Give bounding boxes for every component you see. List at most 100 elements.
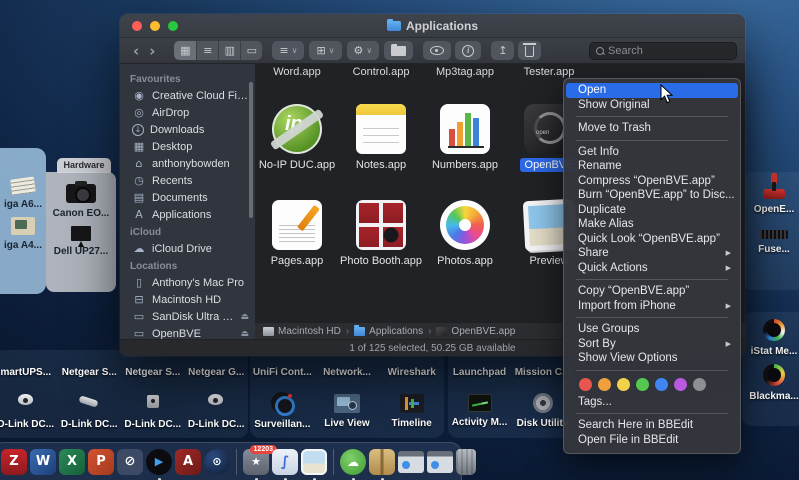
dock-item-microsoft-word[interactable]: W <box>30 448 56 475</box>
desktop-icon-netgear-g[interactable]: Netgear G... <box>185 362 247 378</box>
desktop-icon-d-link-dc[interactable]: D-Link DC... <box>185 392 247 430</box>
close-button[interactable] <box>132 21 142 31</box>
desktop-icon-netgear-s[interactable]: Netgear S... <box>122 362 184 378</box>
tag-color-dot[interactable] <box>617 378 630 391</box>
sidebar-item-sandisk-ultra-ii-48[interactable]: ▭ SanDisk Ultra II 48... ⏏ <box>120 308 255 325</box>
path-item-macintosh-hd[interactable]: Macintosh HD <box>263 326 341 337</box>
desktop-icon-iga-a6[interactable]: iga A6... <box>4 176 42 210</box>
icon-view-button[interactable]: ▦ <box>174 41 197 60</box>
menu-item-move-to-trash[interactable]: Move to Trash <box>564 121 740 136</box>
dock-item-image-viewer[interactable] <box>301 448 327 480</box>
desktop-icon-istat-me[interactable]: iStat Me... <box>751 319 797 357</box>
sidebar-item-desktop[interactable]: ▦ Desktop <box>120 138 255 155</box>
menu-item-share[interactable]: Share ▶ <box>564 246 740 261</box>
dock-item-microsoft-excel[interactable]: X <box>59 448 85 475</box>
menu-item-use-groups[interactable]: Use Groups <box>564 322 740 337</box>
app-numbers-app[interactable]: Numbers.app <box>423 104 507 192</box>
menu-item-show-original[interactable]: Show Original <box>564 98 740 113</box>
list-view-button[interactable]: ≡ <box>196 41 219 60</box>
menu-item-compress-openbve-app[interactable]: Compress “OpenBVE.app” <box>564 174 740 189</box>
tag-color-dot[interactable] <box>674 378 687 391</box>
desktop-icon-blackma[interactable]: Blackma... <box>749 364 799 402</box>
menu-item-quick-actions[interactable]: Quick Actions ▶ <box>564 261 740 276</box>
search-field[interactable]: Search <box>589 41 737 60</box>
app-no-ip-duc-app[interactable]: No-IP DUC.app <box>255 104 339 192</box>
menu-item-sort-by[interactable]: Sort By ▶ <box>564 337 740 352</box>
menu-item-show-view-options[interactable]: Show View Options <box>564 351 740 366</box>
eject-icon[interactable]: ⏏ <box>240 312 249 322</box>
menu-item-quick-look-openbve-app[interactable]: Quick Look “OpenBVE.app” <box>564 232 740 247</box>
dock-item-package-app[interactable] <box>369 448 395 480</box>
sidebar-item-macintosh-hd[interactable]: ⊟ Macintosh HD <box>120 291 255 308</box>
app-pages-app[interactable]: Pages.app <box>255 200 339 288</box>
share-button[interactable]: ↥ <box>491 41 515 60</box>
zoom-button[interactable] <box>168 21 178 31</box>
desktop-icon-dell-up27[interactable]: Dell UP27... <box>54 226 108 257</box>
sidebar-item-recents[interactable]: ◷ Recents <box>120 172 255 189</box>
dock-item-microsoft-powerpoint[interactable]: P <box>88 448 114 475</box>
desktop-icon-iga-a4[interactable]: iga A4... <box>4 217 42 251</box>
quick-look-button[interactable] <box>423 41 452 60</box>
sidebar-item-openbve[interactable]: ▭ OpenBVE ⏏ <box>120 325 255 339</box>
sidebar-item-icloud-drive[interactable]: ☁ iCloud Drive <box>120 240 255 257</box>
tag-color-dot[interactable] <box>598 378 611 391</box>
delete-button[interactable] <box>518 41 542 60</box>
dock-item-red-a-app[interactable]: A <box>175 448 201 475</box>
dock-item-steam[interactable]: ⊙ <box>204 448 230 475</box>
tag-color-dot[interactable] <box>655 378 668 391</box>
sidebar-item-anthonybowden[interactable]: ⌂ anthonybowden <box>120 155 255 172</box>
hardware-group-tab[interactable]: Hardware <box>57 158 111 173</box>
sidebar-item-airdrop[interactable]: ◎ AirDrop <box>120 104 255 121</box>
desktop-icon-opene[interactable]: OpenE... <box>754 177 794 215</box>
menu-item-get-info[interactable]: Get Info <box>564 145 740 160</box>
app-notes-app[interactable]: Notes.app <box>339 104 423 192</box>
menu-item-duplicate[interactable]: Duplicate <box>564 203 740 218</box>
desktop-icon-fuse[interactable]: Fuse... <box>758 222 790 255</box>
dock-item-notification-app[interactable]: ★ 12203 <box>243 444 277 480</box>
dock-item-minimized-window[interactable] <box>398 450 424 473</box>
forward-button[interactable]: › <box>144 41 160 60</box>
app-photo-booth-app[interactable]: Photo Booth.app <box>339 200 423 288</box>
menu-item-tags[interactable]: Tags... <box>564 395 740 410</box>
dock-item-cloud-app[interactable]: ☁ <box>340 448 366 480</box>
desktop-icon-d-link-dc[interactable]: D-Link DC... <box>122 392 184 430</box>
new-folder-button[interactable] <box>384 41 414 60</box>
minimize-button[interactable] <box>150 21 160 31</box>
menu-item-open[interactable]: Open <box>566 83 738 98</box>
desktop-icon-d-link-dc[interactable]: D-Link DC... <box>58 392 120 430</box>
sidebar-item-downloads[interactable]: ↓ Downloads <box>120 121 255 138</box>
sidebar-item-creative-cloud-files[interactable]: ◉ Creative Cloud Files <box>120 87 255 104</box>
desktop-icon-netgear-s[interactable]: Netgear S... <box>58 362 120 378</box>
menu-item-copy-openbve-app[interactable]: Copy “OpenBVE.app” <box>564 284 740 299</box>
titlebar[interactable]: Applications <box>120 14 745 38</box>
menu-item-search-here-in-bbedit[interactable]: Search Here in BBEdit <box>564 418 740 433</box>
path-item-openbve-app[interactable]: OpenBVE.app <box>436 326 515 337</box>
dock-item-filezilla[interactable]: Z <box>1 448 27 475</box>
app-photos-app[interactable]: Photos.app <box>423 200 507 288</box>
tag-color-dot[interactable] <box>693 378 706 391</box>
path-item-applications[interactable]: Applications <box>354 324 423 337</box>
desktop-icon-activity-m[interactable]: Activity M... <box>449 392 511 428</box>
desktop-icon-live-view[interactable]: Live View <box>316 392 378 429</box>
back-button[interactable]: ‹ <box>128 41 144 60</box>
menu-item-make-alias[interactable]: Make Alias <box>564 217 740 232</box>
desktop-icon-martups[interactable]: martUPS... <box>0 362 57 378</box>
sidebar-scrollbar[interactable] <box>249 82 253 218</box>
column-view-button[interactable]: ▥ <box>218 41 241 60</box>
desktop-icon-timeline[interactable]: Timeline <box>381 392 443 429</box>
get-info-button[interactable]: i <box>455 41 482 60</box>
tag-color-dot[interactable] <box>579 378 592 391</box>
dock-item-minimized-window[interactable] <box>427 450 453 473</box>
desktop-icon-network[interactable]: Network... <box>316 362 378 378</box>
desktop-icon-surveillan[interactable]: Surveillan... <box>251 392 313 430</box>
sidebar-item-applications[interactable]: A Applications <box>120 206 255 223</box>
action-menu-button[interactable]: ⚙ ∨ <box>346 41 380 60</box>
arrange-button[interactable]: ⊞ ∨ <box>309 41 342 60</box>
gallery-view-button[interactable]: ▭ <box>240 41 263 60</box>
dock-item-media-player[interactable]: ▶ <box>146 448 172 480</box>
dock-item-script-editor[interactable]: ∫ <box>272 448 298 480</box>
menu-item-rename[interactable]: Rename <box>564 159 740 174</box>
menu-item-import-from-iphone[interactable]: Import from iPhone ▶ <box>564 299 740 314</box>
tag-color-dot[interactable] <box>636 378 649 391</box>
menu-item-burn-openbve-app-to-disc[interactable]: Burn “OpenBVE.app” to Disc... <box>564 188 740 203</box>
